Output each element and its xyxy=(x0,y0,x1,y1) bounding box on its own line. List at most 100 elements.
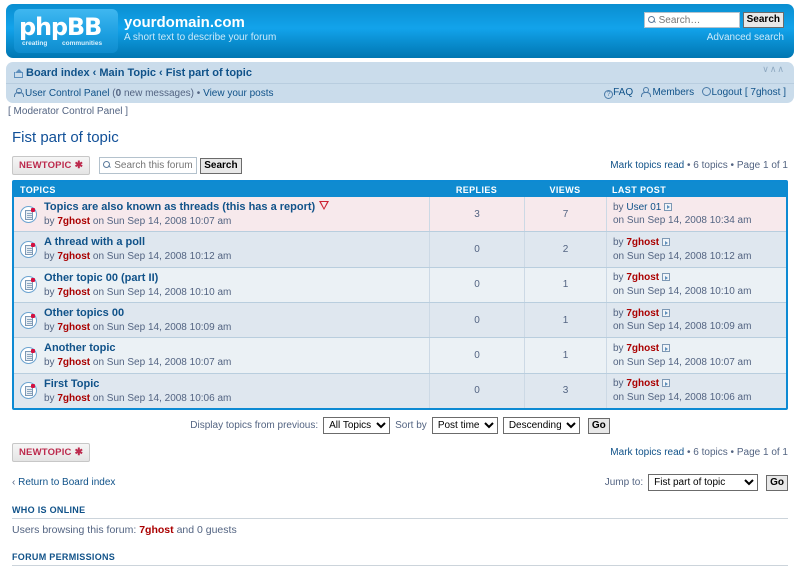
goto-last-post-icon[interactable] xyxy=(662,309,670,317)
last-post-cell: by 7ghoston Sun Sep 14, 2008 10:10 am xyxy=(606,268,786,302)
forum-search-box[interactable] xyxy=(99,157,197,174)
topic-author[interactable]: 7ghost xyxy=(57,287,90,298)
table-row[interactable]: First Topicby 7ghost on Sun Sep 14, 2008… xyxy=(14,374,786,408)
goto-last-post-icon[interactable] xyxy=(662,344,670,352)
sep: • xyxy=(731,160,735,171)
replies-count: 0 xyxy=(429,338,524,372)
topic-status-icon xyxy=(20,347,37,364)
jump-to-go-button[interactable]: Go xyxy=(766,475,788,491)
sort-direction-select[interactable]: AscendingDescending xyxy=(503,417,580,434)
header-search-button[interactable]: Search xyxy=(743,12,784,28)
logo-tagline-right: communities xyxy=(62,40,102,47)
new-topic-button-top[interactable]: NEWTOPIC ✱ xyxy=(12,156,90,175)
goto-last-post-icon[interactable] xyxy=(662,273,670,281)
header-search-box[interactable] xyxy=(644,12,740,28)
return-link-label[interactable]: Return to Board index xyxy=(18,477,115,488)
views-count: 2 xyxy=(524,232,606,266)
table-row[interactable]: Other topics 00by 7ghost on Sun Sep 14, … xyxy=(14,303,786,338)
header-search-input[interactable] xyxy=(659,15,735,26)
table-row[interactable]: A thread with a pollby 7ghost on Sun Sep… xyxy=(14,232,786,267)
report-flag-icon[interactable] xyxy=(319,201,330,211)
mark-topics-read-link-bottom[interactable]: Mark topics read xyxy=(610,447,684,458)
online-username[interactable]: 7ghost xyxy=(139,524,173,536)
advanced-search-link[interactable]: Advanced search xyxy=(707,32,784,43)
column-header-last-post: LAST POST xyxy=(606,185,786,195)
user-control-panel-link[interactable]: User Control Panel xyxy=(25,88,109,99)
display-options-go-button[interactable]: Go xyxy=(588,418,610,434)
table-row[interactable]: Other topic 00 (part II)by 7ghost on Sun… xyxy=(14,268,786,303)
logo-tagline-left: creating xyxy=(22,40,47,47)
topic-author[interactable]: 7ghost xyxy=(57,357,90,368)
navbar-top: Board index ‹ Main Topic ‹ Fist part of … xyxy=(6,62,794,83)
return-to-board-index[interactable]: ‹ Return to Board index xyxy=(12,477,115,488)
mark-topics-read-link-top[interactable]: Mark topics read xyxy=(610,160,684,171)
last-post-author[interactable]: 7ghost xyxy=(626,308,659,319)
topic-cell: First Topicby 7ghost on Sun Sep 14, 2008… xyxy=(14,374,429,408)
members-entry: Members xyxy=(641,87,696,98)
topic-status-icon xyxy=(20,312,37,329)
topic-text: Another topicby 7ghost on Sun Sep 14, 20… xyxy=(44,341,231,369)
forum-search-input[interactable] xyxy=(114,160,194,171)
browsing-prefix: Users browsing this forum: xyxy=(12,524,136,536)
last-post-cell: by 7ghoston Sun Sep 14, 2008 10:06 am xyxy=(606,374,786,408)
table-row[interactable]: Topics are also known as threads (this h… xyxy=(14,197,786,232)
topic-count-top: 6 topics xyxy=(693,160,727,171)
last-post-author[interactable]: 7ghost xyxy=(626,272,659,283)
sort-by-label: Sort by xyxy=(395,420,427,431)
bottom-nav-row: ‹ Return to Board index Jump to: Fist pa… xyxy=(12,474,788,491)
breadcrumb-item-main-topic[interactable]: Main Topic xyxy=(99,67,156,79)
topic-author[interactable]: 7ghost xyxy=(57,251,90,262)
topic-author-line: by 7ghost on Sun Sep 14, 2008 10:12 am xyxy=(44,250,231,264)
phpbb-logo[interactable]: phpBB creating communities xyxy=(14,9,118,53)
column-header-replies: REPLIES xyxy=(429,185,524,195)
members-link[interactable]: Members xyxy=(652,87,694,98)
topic-title-link[interactable]: A thread with a poll xyxy=(44,235,145,250)
search-icon xyxy=(648,16,657,25)
faq-entry: ?FAQ xyxy=(604,87,636,98)
display-options-bar: Display topics from previous: All Topics… xyxy=(12,417,788,434)
topic-title-link[interactable]: Other topics 00 xyxy=(44,306,124,321)
topic-title-link[interactable]: Other topic 00 (part II) xyxy=(44,271,158,286)
collapse-control[interactable]: ∨∧∧ xyxy=(762,64,785,75)
sort-by-select[interactable]: AuthorPost timeRepliesSubjectViews xyxy=(432,417,498,434)
new-topic-label: NEWTOPIC xyxy=(19,160,72,171)
forum-search-button[interactable]: Search xyxy=(200,158,241,174)
topic-cell: A thread with a pollby 7ghost on Sun Sep… xyxy=(14,232,429,266)
breadcrumb-item-current[interactable]: Fist part of topic xyxy=(166,67,252,79)
topic-author[interactable]: 7ghost xyxy=(57,322,90,333)
who-is-online-heading: WHO IS ONLINE xyxy=(12,505,788,519)
jump-to-select[interactable]: Fist part of topicMain TopicBoard index xyxy=(648,474,758,491)
topic-status-icon xyxy=(20,276,37,293)
table-row[interactable]: Another topicby 7ghost on Sun Sep 14, 20… xyxy=(14,338,786,373)
faq-link[interactable]: FAQ xyxy=(613,87,633,98)
last-post-author[interactable]: 7ghost xyxy=(626,237,659,248)
moderator-control-panel-link[interactable]: [ Moderator Control Panel ] xyxy=(8,106,800,117)
display-period-select[interactable]: All Topics1 day7 days2 weeks1 month3 mon… xyxy=(323,417,390,434)
breadcrumb-item-board-index[interactable]: Board index xyxy=(26,67,90,79)
topic-title-link[interactable]: Another topic xyxy=(44,341,116,356)
topic-author[interactable]: 7ghost xyxy=(57,393,90,404)
last-post-author[interactable]: 7ghost xyxy=(626,378,659,389)
who-is-online-body: Users browsing this forum: 7ghost and 0 … xyxy=(12,523,788,539)
last-post-author[interactable]: 7ghost xyxy=(626,343,659,354)
topic-title-link[interactable]: First Topic xyxy=(44,377,99,392)
topic-list-table: TOPICS REPLIES VIEWS LAST POST Topics ar… xyxy=(12,180,788,410)
main-content: Fist part of topic NEWTOPIC ✱ Search Mar… xyxy=(12,129,788,568)
ucp-new-messages: (0 new messages) xyxy=(112,88,194,99)
goto-last-post-icon[interactable] xyxy=(664,203,672,211)
topic-title-link[interactable]: Topics are also known as threads (this h… xyxy=(44,200,315,215)
last-post-author[interactable]: User 01 xyxy=(626,202,661,213)
logout-link[interactable]: Logout [ 7ghost ] xyxy=(711,87,786,98)
who-is-online-panel: WHO IS ONLINE Users browsing this forum:… xyxy=(12,505,788,539)
topic-author[interactable]: 7ghost xyxy=(57,216,90,227)
topic-author-line: by 7ghost on Sun Sep 14, 2008 10:09 am xyxy=(44,321,231,335)
topic-text: A thread with a pollby 7ghost on Sun Sep… xyxy=(44,235,231,263)
home-icon xyxy=(14,69,23,77)
goto-last-post-icon[interactable] xyxy=(662,379,670,387)
views-count: 1 xyxy=(524,338,606,372)
view-your-posts-link[interactable]: View your posts xyxy=(203,88,273,99)
last-post-date: on Sun Sep 14, 2008 10:12 am xyxy=(613,250,751,264)
breadcrumb-separator-2: ‹ xyxy=(156,67,166,79)
new-topic-button-bottom[interactable]: NEWTOPIC ✱ xyxy=(12,443,90,462)
goto-last-post-icon[interactable] xyxy=(662,238,670,246)
